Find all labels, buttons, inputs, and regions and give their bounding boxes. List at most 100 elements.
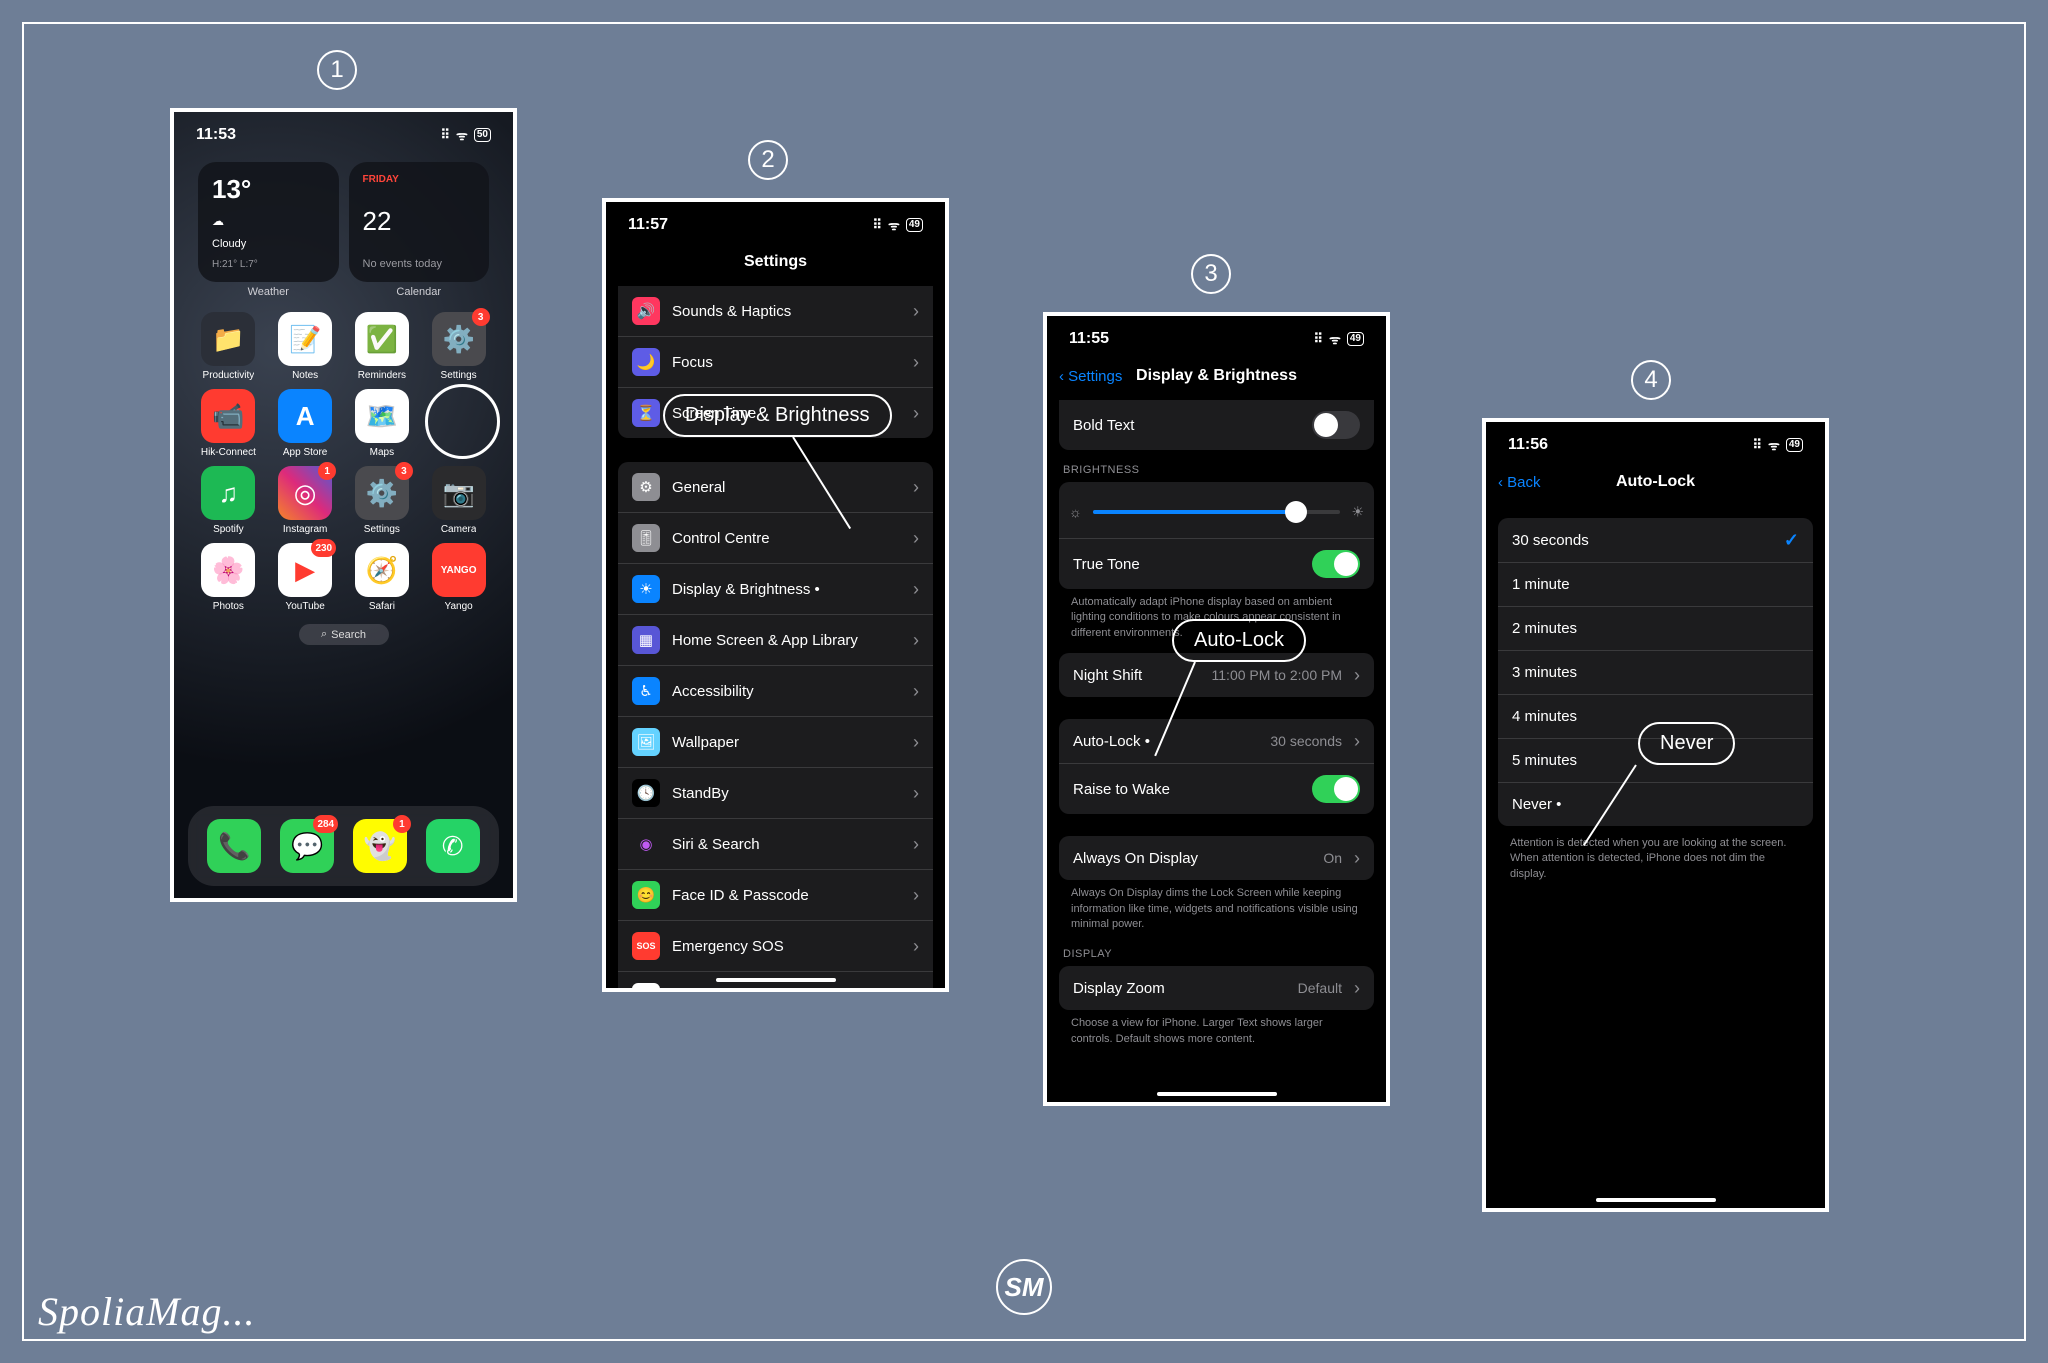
step-badge-3: 3 <box>1191 254 1231 294</box>
settings-row-display-brightness[interactable]: ☀Display & Brightness •› <box>618 563 933 614</box>
app-reminders[interactable]: ✅Reminders <box>350 312 415 381</box>
section-brightness: BRIGHTNESS <box>1047 450 1386 482</box>
home-indicator[interactable] <box>1596 1198 1716 1202</box>
clock: 11:53 <box>196 126 236 144</box>
row-brightness-slider[interactable]: ☼ ☀ <box>1059 482 1374 538</box>
search-icon: ⌕ <box>321 628 327 641</box>
sun-high-icon: ☀ <box>1351 504 1364 521</box>
back-button[interactable]: ‹ Back <box>1498 474 1541 491</box>
autolock-option[interactable]: 30 seconds✓ <box>1498 518 1813 562</box>
callout-display-brightness: Display & Brightness <box>663 394 892 437</box>
toggle-bold[interactable] <box>1312 411 1360 439</box>
autolock-option[interactable]: 1 minute <box>1498 562 1813 606</box>
navbar: Settings <box>606 242 945 282</box>
row-bold-text[interactable]: Bold Text <box>1059 400 1374 450</box>
brand-logo: SM <box>996 1259 1052 1315</box>
dock-app[interactable]: ✆ <box>426 819 480 873</box>
app-photos[interactable]: 🌸Photos <box>196 543 261 612</box>
callout-never: Never <box>1638 722 1735 765</box>
toggle-raise[interactable] <box>1312 775 1360 803</box>
statusbar: 11:53 ⠿ ᯤ 50 <box>174 112 513 152</box>
home-indicator[interactable] <box>716 978 836 982</box>
app-youtube[interactable]: ▶230YouTube <box>273 543 338 612</box>
settings-row-home-screen-app-library[interactable]: ▦Home Screen & App Library› <box>618 614 933 665</box>
weather-widget[interactable]: 13° ☁ Cloudy H:21° L:7° <box>198 162 339 282</box>
wifi-icon: ᯤ <box>888 216 900 234</box>
autolock-option[interactable]: 3 minutes <box>1498 650 1813 694</box>
app-hik-connect[interactable]: 📹Hik-Connect <box>196 389 261 458</box>
settings-row-focus[interactable]: 🌙Focus› <box>618 336 933 387</box>
settings-row-wallpaper[interactable]: 🖼Wallpaper› <box>618 716 933 767</box>
weather-cond: Cloudy <box>212 238 325 250</box>
page-title: Settings <box>744 253 807 271</box>
dock-app[interactable]: 📞 <box>207 819 261 873</box>
status-icons: ⠿ ᯤ 50 <box>440 126 491 144</box>
statusbar: 11:57 ⠿ ᯤ 49 <box>606 202 945 242</box>
app-camera[interactable]: 📷Camera <box>426 466 491 535</box>
row-aod[interactable]: Always On Display On› <box>1059 836 1374 880</box>
weather-label: Weather <box>198 286 339 298</box>
settings-row-face-id-passcode[interactable]: 😊Face ID & Passcode› <box>618 869 933 920</box>
settings-row-siri-search[interactable]: ◉Siri & Search› <box>618 818 933 869</box>
battery-icon: 50 <box>474 128 491 142</box>
settings-row-control-centre[interactable]: 🎚Control Centre› <box>618 512 933 563</box>
row-raise-to-wake[interactable]: Raise to Wake <box>1059 763 1374 814</box>
cal-day-word: FRIDAY <box>363 174 476 185</box>
app-maps[interactable]: 🗺️Maps <box>350 389 415 458</box>
battery-icon: 49 <box>906 218 923 232</box>
brightness-slider[interactable]: ☼ ☀ <box>1093 500 1340 524</box>
settings-row-emergency-sos[interactable]: SOSEmergency SOS› <box>618 920 933 971</box>
settings-row-accessibility[interactable]: ♿︎Accessibility› <box>618 665 933 716</box>
autolock-option[interactable]: 2 minutes <box>1498 606 1813 650</box>
settings-row-general[interactable]: ⚙︎General› <box>618 462 933 512</box>
clock: 11:55 <box>1069 330 1109 348</box>
home-indicator[interactable] <box>1157 1092 1277 1096</box>
status-icons: ⠿ ᯤ 49 <box>872 216 923 234</box>
phone-1-frame: 11:53 ⠿ ᯤ 50 13° ☁ Cloudy H:21° L:7° Wea… <box>170 108 517 902</box>
search-pill[interactable]: ⌕ Search <box>299 624 389 645</box>
highlight-settings-icon <box>425 384 500 459</box>
cal-note: No events today <box>363 258 476 270</box>
brand-text: SpoliaMag... <box>38 1288 256 1335</box>
navbar: ‹ Back Auto-Lock <box>1486 462 1825 502</box>
app-instagram[interactable]: ◎1Instagram <box>273 466 338 535</box>
dock-app[interactable]: 👻1 <box>353 819 407 873</box>
cell-icon: ⠿ <box>872 217 882 233</box>
statusbar: 11:56 ⠿ᯤ49 <box>1486 422 1825 462</box>
toggle-true-tone[interactable] <box>1312 550 1360 578</box>
app-yango[interactable]: YANGOYango <box>426 543 491 612</box>
autolock-footer: Attention is detected when you are looki… <box>1486 826 1825 884</box>
app-productivity[interactable]: 📁Productivity <box>196 312 261 381</box>
dock: 📞 💬284 👻1 ✆ <box>188 806 499 886</box>
app-spotify[interactable]: ♫Spotify <box>196 466 261 535</box>
status-icons: ⠿ᯤ49 <box>1313 330 1364 348</box>
phone-2: 11:57 ⠿ ᯤ 49 Settings 🔊Sounds & Haptics›… <box>606 202 945 988</box>
phone-3: 11:55 ⠿ᯤ49 ‹ Settings Display & Brightne… <box>1047 316 1386 1102</box>
phone-4: 11:56 ⠿ᯤ49 ‹ Back Auto-Lock 30 seconds✓1… <box>1486 422 1825 1208</box>
phone-1: 11:53 ⠿ ᯤ 50 13° ☁ Cloudy H:21° L:7° Wea… <box>174 112 513 898</box>
section-display: DISPLAY <box>1047 934 1386 966</box>
phone-2-frame: 11:57 ⠿ ᯤ 49 Settings 🔊Sounds & Haptics›… <box>602 198 949 992</box>
step-badge-2: 2 <box>748 140 788 180</box>
weather-hl: H:21° L:7° <box>212 259 325 270</box>
autolock-option[interactable]: Never • <box>1498 782 1813 826</box>
calendar-label: Calendar <box>349 286 490 298</box>
weather-temp: 13° <box>212 174 325 205</box>
settings-row-sounds-haptics[interactable]: 🔊Sounds & Haptics› <box>618 286 933 336</box>
settings-row-standby[interactable]: 🕓StandBy› <box>618 767 933 818</box>
app-settings[interactable]: ⚙️3Settings <box>426 312 491 381</box>
row-true-tone[interactable]: True Tone <box>1059 538 1374 589</box>
step-badge-1: 1 <box>317 50 357 90</box>
phone-4-frame: 11:56 ⠿ᯤ49 ‹ Back Auto-Lock 30 seconds✓1… <box>1482 418 1829 1212</box>
app-notes[interactable]: 📝Notes <box>273 312 338 381</box>
back-button[interactable]: ‹ Settings <box>1059 368 1122 385</box>
dock-app[interactable]: 💬284 <box>280 819 334 873</box>
row-auto-lock[interactable]: Auto-Lock • 30 seconds› <box>1059 719 1374 763</box>
app-settings[interactable]: ⚙️3Settings <box>350 466 415 535</box>
row-display-zoom[interactable]: Display Zoom Default› <box>1059 966 1374 1010</box>
calendar-widget[interactable]: FRIDAY 22 No events today <box>349 162 490 282</box>
app-app-store[interactable]: AApp Store <box>273 389 338 458</box>
sun-low-icon: ☼ <box>1069 504 1082 520</box>
app-safari[interactable]: 🧭Safari <box>350 543 415 612</box>
clock: 11:57 <box>628 216 668 234</box>
